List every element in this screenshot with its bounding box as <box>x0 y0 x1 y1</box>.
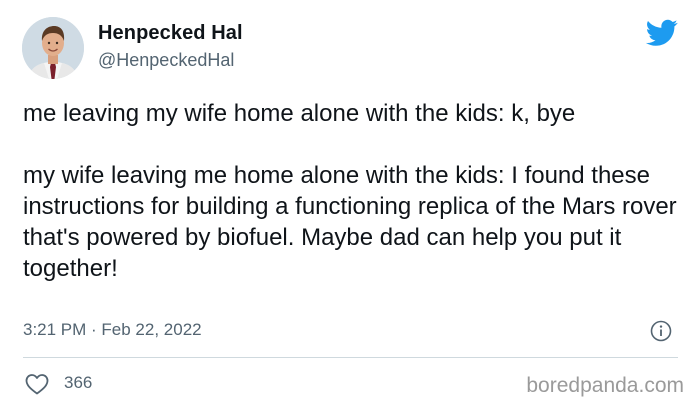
info-icon[interactable] <box>650 320 672 342</box>
like-count[interactable]: 366 <box>64 373 92 393</box>
tweet-timestamp[interactable]: 3:21 PM · Feb 22, 2022 <box>23 320 202 340</box>
profile-photo <box>22 17 84 79</box>
twitter-bird-icon[interactable] <box>646 19 678 47</box>
author-avatar[interactable] <box>22 17 84 79</box>
tweet-paragraph-1: me leaving my wife home alone with the k… <box>23 100 576 127</box>
tweet-paragraph-2: my wife leaving me home alone with the k… <box>23 162 677 282</box>
author-display-name[interactable]: Henpecked Hal <box>98 22 243 45</box>
divider <box>23 357 678 358</box>
watermark: boredpanda.com <box>526 374 684 397</box>
author-handle[interactable]: @HenpeckedHal <box>98 50 234 71</box>
heart-icon[interactable] <box>24 372 50 396</box>
tweet-card: Henpecked Hal @HenpeckedHal me leaving m… <box>0 0 700 410</box>
tweet-text: me leaving my wife home alone with the k… <box>23 98 683 284</box>
